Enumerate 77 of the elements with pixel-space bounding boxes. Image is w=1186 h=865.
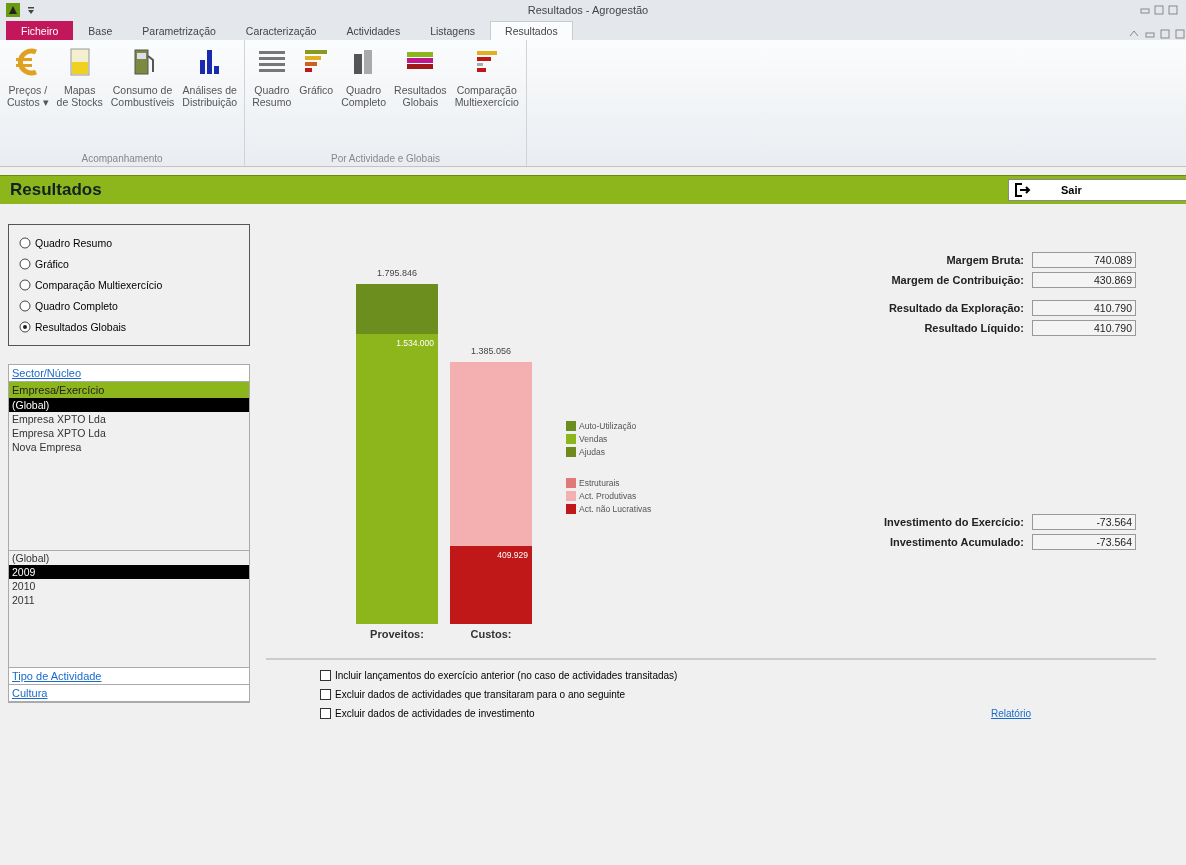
option-checkbox[interactable]: Excluir dados de actividades que transitaram para o ano seguinte [320,689,991,700]
option-checkbox[interactable]: Incluir lançamentos do exercício anterior (no caso de actividades transitadas) [320,670,991,681]
legend-label: Auto-Utilização [579,420,637,431]
bar-label: Proveitos: [370,628,424,640]
list-item[interactable]: Empresa XPTO Lda [9,412,249,426]
ribbon-button[interactable]: Consumo de Combustíveis [107,44,178,153]
crop-link[interactable]: Cultura [9,685,249,702]
list-item[interactable]: (Global) [9,551,249,565]
exit-button[interactable]: Sair [1008,179,1186,201]
radio-option[interactable]: Gráfico [19,258,239,270]
menu-tab[interactable]: Ficheiro [6,21,74,40]
list-item[interactable]: 2010 [9,579,249,593]
metric-field: -73.564 [1032,514,1136,530]
segment-label: 409.929 [497,550,528,561]
metric-field: 410.790 [1032,320,1136,336]
checkbox-icon[interactable] [320,708,331,719]
menu-tab[interactable]: Listagens [415,21,491,40]
ribbon-button[interactable]: Mapas de Stocks [53,44,106,153]
bar-label: Custos: [470,628,512,640]
radio-option[interactable]: Comparação Multiexercício [19,279,239,291]
window-title: Resultados - Agrogestão [526,4,650,16]
metric-field: -73.564 [1032,534,1136,550]
checkbox-icon[interactable] [320,670,331,681]
legend-label: Vendas [579,433,608,444]
radio-icon[interactable] [19,237,31,249]
metric-field: 740.089 [1032,252,1136,268]
total-label: 1.385.056 [469,345,512,356]
radio-icon[interactable] [19,321,31,333]
report-link[interactable]: Relatório [990,708,1031,719]
menu-tab[interactable]: Base [73,21,128,40]
section-title: Resultados [10,180,102,200]
metric-label: Investimento Acumulado: [889,536,1024,548]
exit-icon [1015,183,1031,197]
radio-option[interactable]: Quadro Completo [19,300,239,312]
checkbox-icon[interactable] [320,689,331,700]
metric-field: 410.790 [1032,300,1136,316]
group-label: Por Actividade e Globais [330,153,441,164]
radio-option[interactable]: Resultados Globais [19,321,239,333]
radio-option[interactable]: Quadro Resumo [19,237,239,249]
legend-label: Act. Produtivas [579,490,637,501]
ribbon-button[interactable]: Preços / Custos ▾ [4,44,52,153]
ribbon-button[interactable]: Gráfico [296,44,337,153]
total-label: 1.795.846 [375,268,418,278]
radio-icon[interactable] [19,279,31,291]
option-checkbox[interactable]: Excluir dados de actividades de investimento [320,708,991,719]
radio-icon[interactable] [19,300,31,312]
ribbon-button[interactable]: Análises de Distribuição [179,44,241,153]
list-item[interactable]: 2011 [9,593,249,607]
metric-label: Margem de Contribuição: [891,274,1024,286]
list-item[interactable]: Nova Empresa [9,440,249,454]
menu-tab[interactable]: Actividades [331,21,416,40]
menu-tab[interactable]: Parametrização [127,21,231,40]
legend-label: Ajudas [579,446,605,457]
segment-label: 1.534.000 [396,337,434,348]
ribbon-button[interactable]: Quadro Completo [338,44,390,153]
menu-tab[interactable]: Caracterização [230,21,332,40]
group-label: Acompanhamento [80,153,164,164]
metric-label: Investimento do Exercício: [884,516,1024,528]
legend-label: Act. não Lucrativas [579,503,652,514]
ribbon-button[interactable]: Resultados Globais [391,44,450,153]
metric-label: Resultado Líquido: [924,322,1024,334]
list-item[interactable]: Empresa XPTO Lda [9,426,249,440]
activity-type-link[interactable]: Tipo de Actividade [9,668,249,685]
company-header[interactable]: Empresa/Exercício [9,382,249,398]
radio-icon[interactable] [19,258,31,270]
sector-link[interactable]: Sector/Núcleo [9,365,249,382]
quick-access-icon[interactable] [26,4,36,16]
metric-label: Resultado da Exploração: [888,302,1024,314]
list-item[interactable]: (Global) [9,398,249,412]
list-item[interactable]: 2009 [9,565,249,579]
metric-label: Margem Bruta: [946,254,1024,266]
app-icon[interactable] [6,3,20,17]
ribbon-button[interactable]: Quadro Resumo [249,44,295,153]
menu-tab[interactable]: Resultados [490,21,573,40]
ribbon-button[interactable]: Comparação Multiexercício [451,44,522,153]
legend-label: Estruturais [579,477,620,488]
metric-field: 430.869 [1032,272,1136,288]
